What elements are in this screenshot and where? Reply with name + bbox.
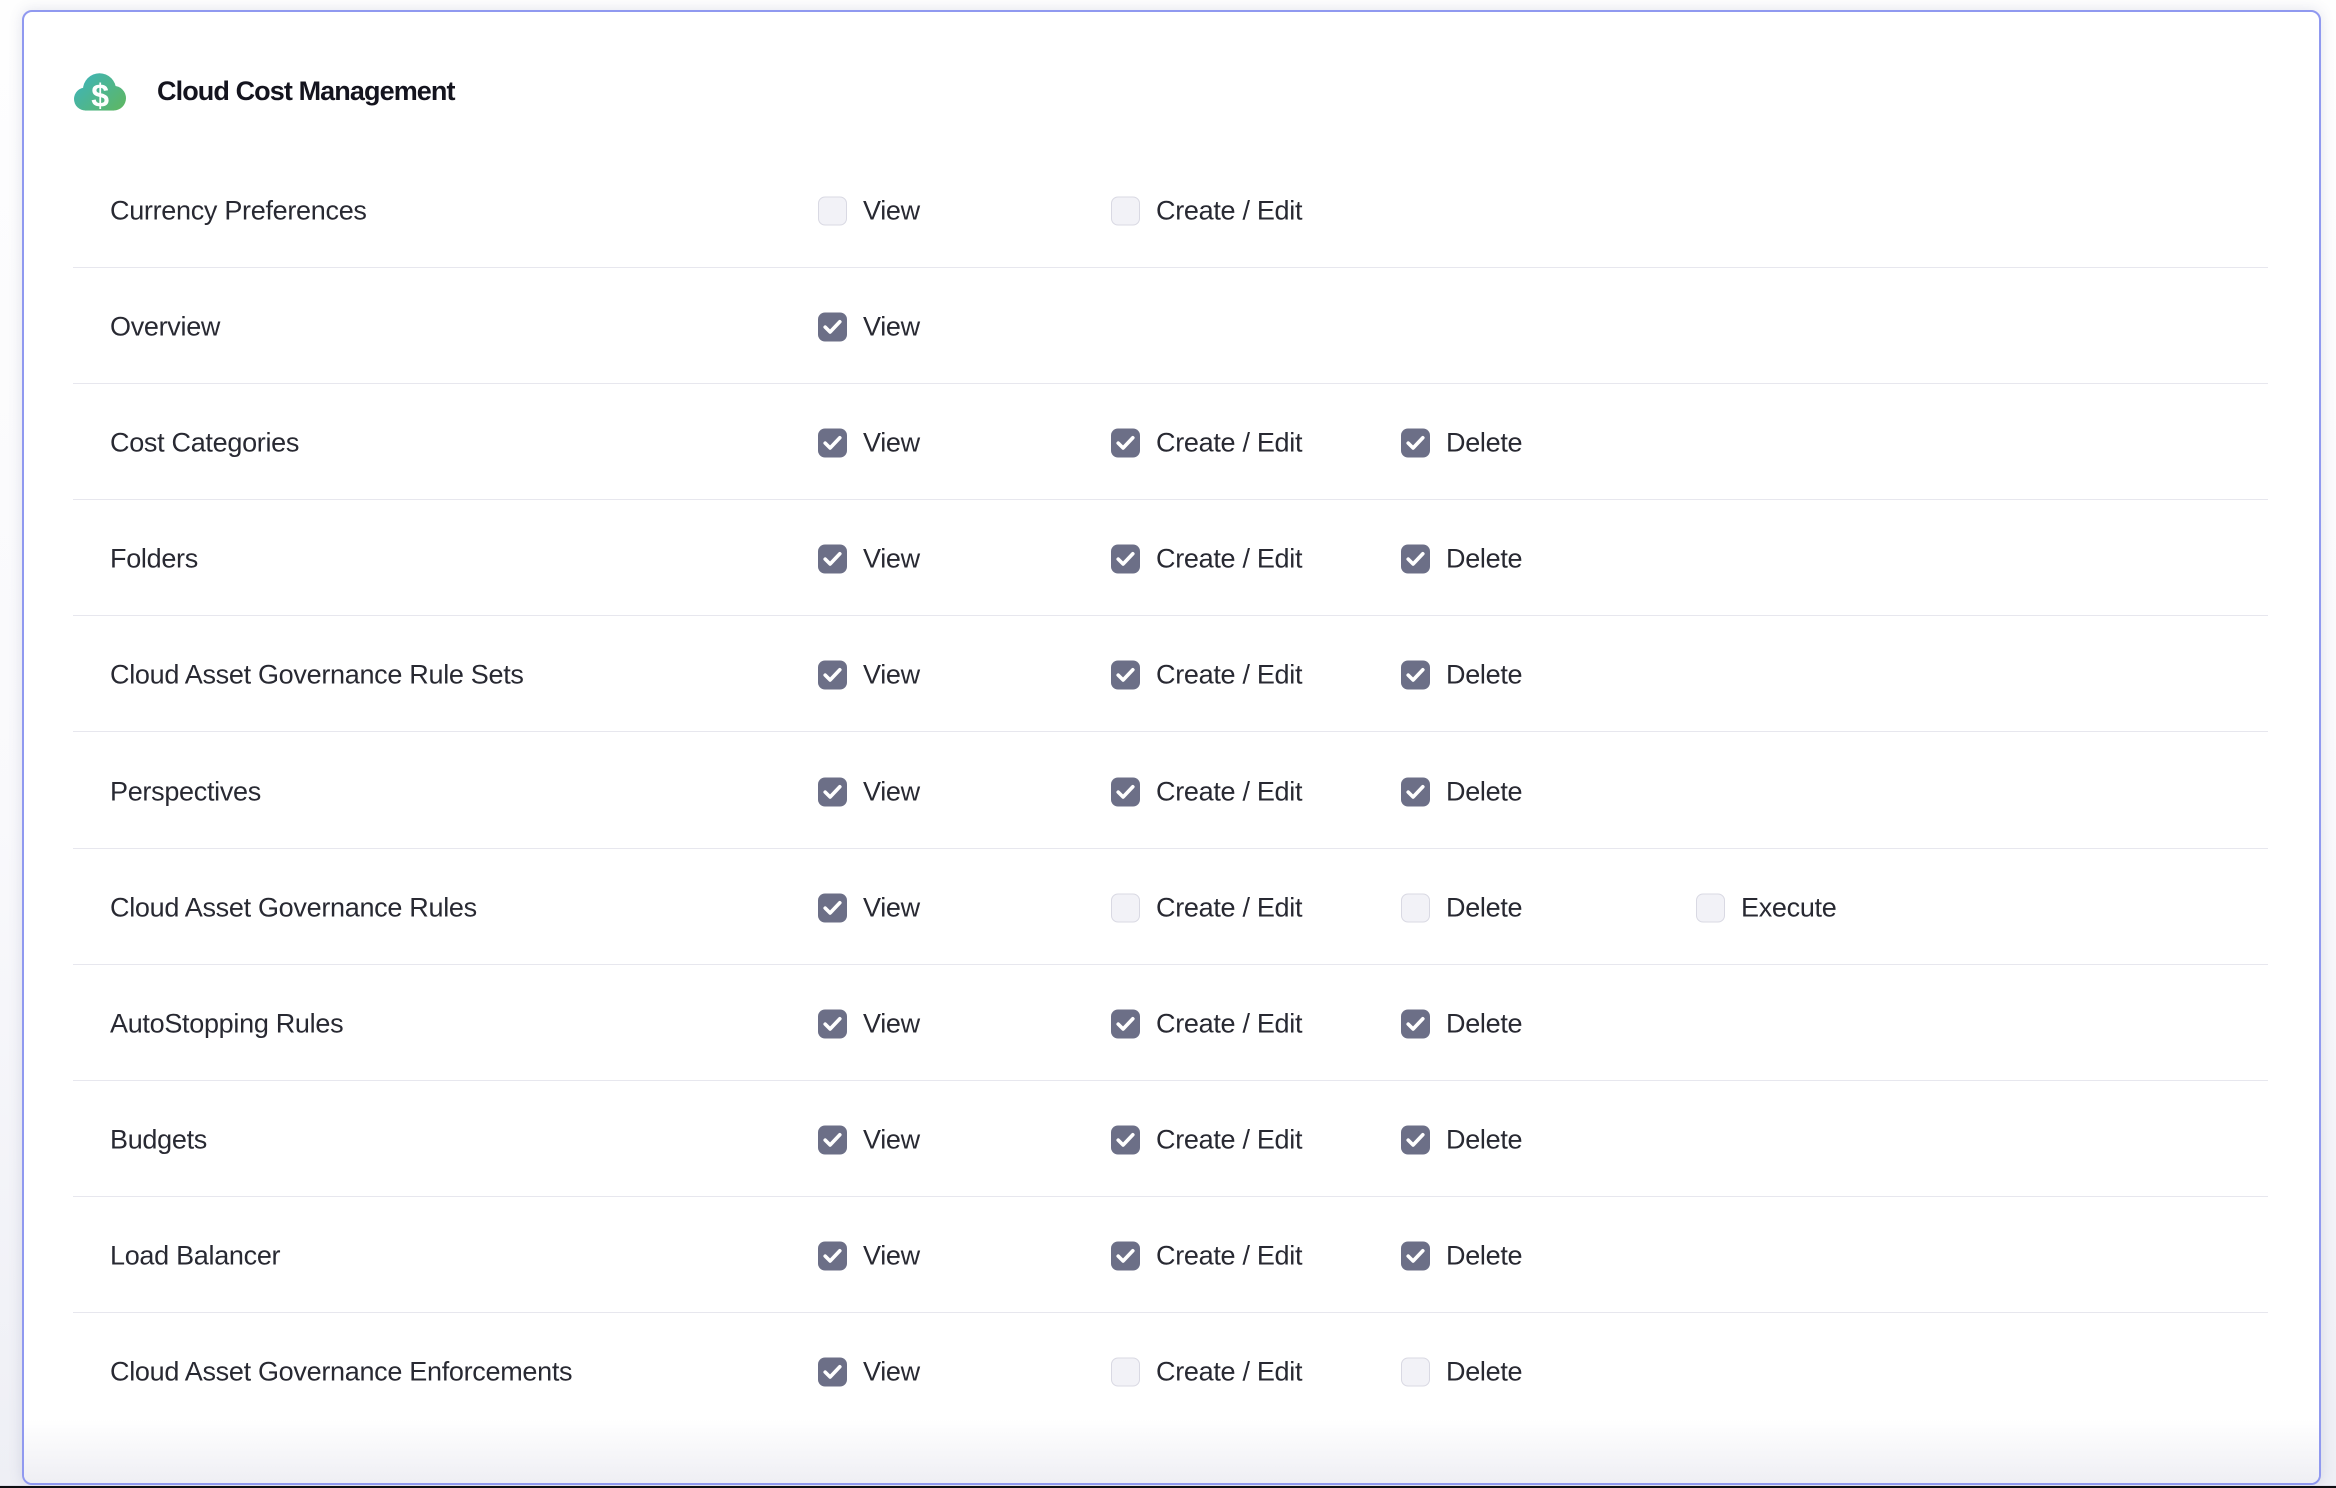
svg-text:$: $ — [91, 77, 109, 110]
